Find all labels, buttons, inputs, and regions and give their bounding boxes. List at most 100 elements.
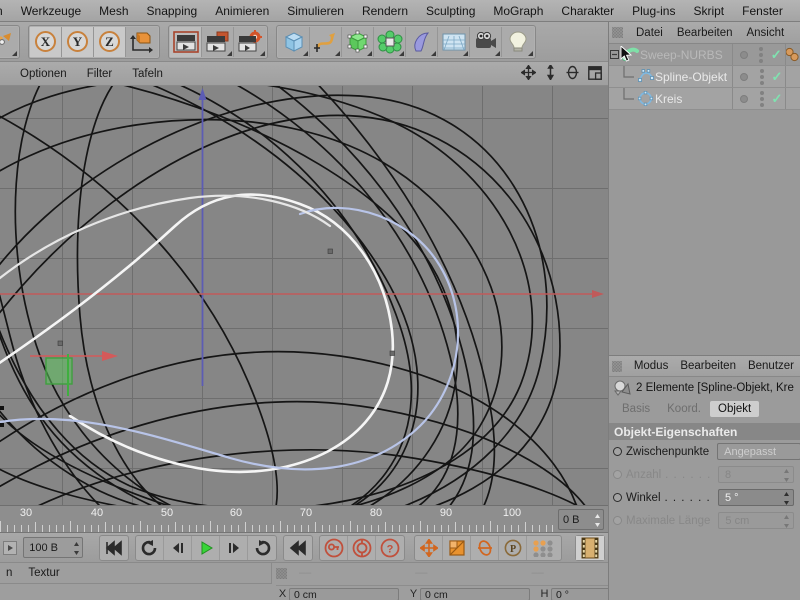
visibility-render-dots[interactable] <box>755 68 769 85</box>
scale-key-button[interactable] <box>443 535 471 560</box>
visibility-render-dots[interactable] <box>755 90 769 107</box>
play-backwards-button[interactable] <box>136 535 164 560</box>
bend-deformer-button[interactable] <box>406 26 438 57</box>
point-level-key-button[interactable] <box>527 536 561 560</box>
menu-item-charakter[interactable]: Charakter <box>552 1 623 21</box>
viewport-menu-optionen[interactable]: Optionen <box>10 66 77 82</box>
step-forward-button[interactable] <box>220 535 248 560</box>
go-to-start-button[interactable] <box>100 536 128 560</box>
menu-item-animieren[interactable]: Animieren <box>206 1 278 21</box>
floor-environment-button[interactable] <box>438 26 470 57</box>
axis-z-button[interactable]: Z <box>94 26 126 57</box>
menu-item-mesh[interactable]: Mesh <box>90 1 137 21</box>
array-deformer-button[interactable] <box>374 26 406 57</box>
viewport-3d[interactable] <box>0 86 608 505</box>
pan-icon[interactable] <box>521 65 536 80</box>
step-back-button[interactable] <box>164 535 192 560</box>
visibility-editor-dot[interactable] <box>740 94 748 103</box>
winkel-field[interactable]: 5 ° <box>718 489 794 506</box>
render-settings-button[interactable] <box>234 26 266 57</box>
axis-y-button[interactable]: Y <box>62 26 94 57</box>
anzahl-field[interactable]: 8 <box>718 466 794 483</box>
rotation-key-button[interactable] <box>471 535 499 560</box>
nurbs-generator-button[interactable] <box>342 26 374 57</box>
menu-item-0[interactable]: n <box>0 1 12 21</box>
visibility-editor-dot[interactable] <box>739 50 748 59</box>
tab-koord[interactable]: Koord. <box>659 401 710 417</box>
maximale-laenge-field[interactable]: 5 cm <box>718 512 795 529</box>
panel-grip-icon[interactable] <box>612 360 622 372</box>
play-button[interactable] <box>192 535 220 560</box>
object-row-spline-objekt[interactable]: Spline-Objekt ✓ <box>609 65 800 88</box>
zwischenpunkte-dropdown[interactable]: Angepasst <box>717 443 800 460</box>
object-row-sweep-nurbs[interactable]: Sweep-NURBS ✓ <box>609 44 800 66</box>
param-key-button[interactable]: P <box>499 535 527 560</box>
axis-x-button[interactable]: X <box>30 26 62 57</box>
tab-basis[interactable]: Basis <box>614 401 659 417</box>
menu-item-hilfe[interactable]: Hilfe <box>792 1 800 21</box>
om-menu-datei[interactable]: Datei <box>629 26 670 40</box>
maximale-laenge-radio[interactable] <box>613 516 622 525</box>
coord-menu-item-1[interactable]: –– <box>409 567 433 579</box>
menu-item-simulieren[interactable]: Simulieren <box>278 1 353 21</box>
camera-button[interactable] <box>470 26 502 57</box>
render-view-button[interactable] <box>170 26 202 57</box>
menu-item-mograph[interactable]: MoGraph <box>484 1 552 21</box>
dolly-icon[interactable] <box>544 65 557 80</box>
object-tags[interactable] <box>784 47 800 63</box>
undo-redo-button[interactable] <box>0 26 18 57</box>
spinner-icon[interactable] <box>783 515 790 528</box>
enable-checkmark[interactable]: ✓ <box>769 92 785 105</box>
autokeying-button[interactable] <box>348 535 376 560</box>
menu-item-plugins[interactable]: Plug-ins <box>623 1 684 21</box>
coord-field-y[interactable]: 0 cm <box>420 587 530 600</box>
object-row-kreis[interactable]: Kreis ✓ <box>609 87 800 110</box>
panel-grip-icon[interactable] <box>612 27 623 38</box>
spinner-icon[interactable] <box>783 469 790 482</box>
menu-item-rendern[interactable]: Rendern <box>353 1 417 21</box>
coord-menu-item-2[interactable]: –– <box>526 567 550 579</box>
om-menu-bearbeiten[interactable]: Bearbeiten <box>670 26 740 40</box>
winkel-radio[interactable] <box>613 493 622 502</box>
zwischenpunkte-radio[interactable] <box>613 447 622 456</box>
material-menu-item-0[interactable]: n <box>0 566 20 580</box>
am-menu-bearbeiten[interactable]: Bearbeiten <box>674 359 742 373</box>
visibility-render-dots[interactable] <box>755 46 769 63</box>
anzahl-radio[interactable] <box>613 470 622 479</box>
timeline-position-field[interactable]: 0 B <box>558 509 604 530</box>
enable-checkmark[interactable]: ✓ <box>769 70 785 83</box>
play-loop-button[interactable] <box>248 536 276 560</box>
spinner-icon[interactable] <box>783 492 790 505</box>
timeline-ruler[interactable]: 30 40 50 60 70 80 90 100 0 B <box>0 505 608 533</box>
keyframe-selection-button[interactable]: ? <box>376 536 404 560</box>
expand-toggle-sweep-nurbs[interactable] <box>609 50 620 59</box>
go-to-end-button[interactable] <box>284 536 312 560</box>
render-picture-viewer-button[interactable] <box>202 26 234 57</box>
am-menu-modus[interactable]: Modus <box>628 359 675 373</box>
coord-menu-item-0[interactable]: –– <box>293 567 317 579</box>
menu-item-skript[interactable]: Skript <box>684 1 733 21</box>
material-manager-body[interactable] <box>0 583 272 600</box>
cube-primitive-button[interactable] <box>278 26 310 57</box>
viewport-menu-tafeln[interactable]: Tafeln <box>122 66 173 82</box>
om-menu-ansicht[interactable]: Ansicht <box>739 26 791 40</box>
menu-item-fenster[interactable]: Fenster <box>733 1 792 21</box>
position-key-button[interactable] <box>415 535 443 560</box>
menu-item-werkzeuge[interactable]: Werkzeuge <box>12 1 90 21</box>
maximize-viewport-icon[interactable] <box>588 65 602 80</box>
enable-checkmark[interactable]: ✓ <box>768 48 784 61</box>
transport-collapse-button[interactable] <box>0 536 19 560</box>
am-menu-benutzer[interactable]: Benutzer <box>742 359 800 373</box>
menu-item-snapping[interactable]: Snapping <box>138 1 207 21</box>
spline-pen-button[interactable] <box>310 26 342 57</box>
coord-field-x[interactable]: 0 cm <box>289 587 399 600</box>
spinner-icon[interactable] <box>594 513 601 528</box>
visibility-editor-dot[interactable] <box>740 72 748 81</box>
panel-grip-icon[interactable] <box>276 567 287 579</box>
world-object-axis-button[interactable] <box>126 26 158 57</box>
tab-objekt[interactable]: Objekt <box>710 401 760 417</box>
record-keyframe-button[interactable] <box>320 535 348 560</box>
menu-item-sculpting[interactable]: Sculpting <box>417 1 484 21</box>
rotate-icon[interactable] <box>565 65 580 80</box>
spinner-icon[interactable] <box>73 541 80 556</box>
